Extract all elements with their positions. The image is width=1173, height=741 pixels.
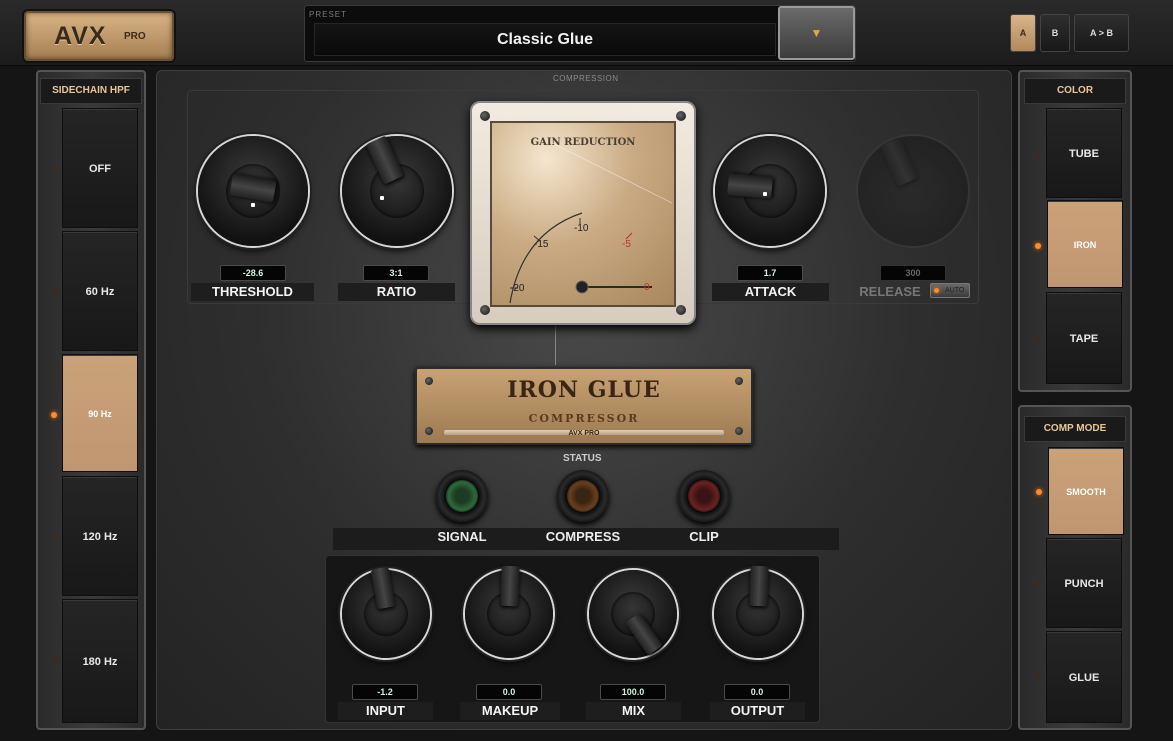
- color-led-tube: [1035, 151, 1041, 157]
- sidechain-led-90hz: [51, 412, 57, 418]
- sidechain-item-90hz[interactable]: 90 Hz: [62, 354, 138, 472]
- comp-mode-item-glue[interactable]: GLUE: [1046, 631, 1122, 723]
- ab-button-b[interactable]: B: [1040, 14, 1070, 52]
- meter-scale-arc: [509, 142, 673, 304]
- input-knob[interactable]: [342, 566, 430, 658]
- ratio-label: RATIO: [338, 283, 455, 301]
- logo: AVX PRO: [24, 11, 174, 61]
- ab-button-a[interactable]: A: [1010, 14, 1036, 52]
- mix-knob[interactable]: [589, 570, 677, 658]
- sidechain-item-60hz[interactable]: 60 Hz: [62, 231, 138, 351]
- nameplate: IRON GLUE COMPRESSOR AVX PRO: [415, 367, 753, 445]
- release-value[interactable]: 300: [880, 265, 946, 281]
- comp-mode-item-smooth[interactable]: SMOOTH: [1048, 447, 1124, 535]
- clip-label: CLIP: [689, 529, 719, 544]
- meter-scale-label: -15: [534, 239, 549, 250]
- sidechain-led-180hz: [51, 657, 57, 663]
- logo-main-text: AVX: [54, 22, 107, 50]
- preset-label: PRESET: [309, 10, 348, 19]
- compress-label: COMPRESS: [545, 529, 621, 544]
- sidechain-title: SIDECHAIN HPF: [40, 78, 142, 104]
- attack-knob[interactable]: [715, 136, 825, 246]
- preset-name-display[interactable]: Classic Glue: [314, 23, 776, 56]
- color-item-tube[interactable]: TUBE: [1046, 108, 1122, 198]
- color-item-iron[interactable]: IRON: [1047, 200, 1123, 288]
- mix-label: MIX: [586, 702, 681, 720]
- ratio-knob[interactable]: [342, 135, 452, 246]
- auto-led: [934, 288, 939, 293]
- sidechain-item-120hz[interactable]: 120 Hz: [62, 476, 138, 596]
- mix-value[interactable]: 100.0: [600, 684, 666, 700]
- logo-sub-text: PRO: [124, 31, 146, 42]
- color-item-tape[interactable]: TAPE: [1046, 292, 1122, 384]
- gain-reduction-meter: GAIN REDUCTION -20 -15 -10 -5 0: [470, 101, 696, 325]
- comp-mode-led-smooth: [1036, 489, 1042, 495]
- sidechain-led-60hz: [51, 289, 57, 295]
- screw-icon: [480, 305, 490, 315]
- threshold-label: THRESHOLD: [191, 283, 314, 301]
- compression-section-label: COMPRESSION: [553, 74, 619, 83]
- comp-mode-led-punch: [1035, 580, 1041, 586]
- screw-icon: [676, 111, 686, 121]
- sidechain-item-off[interactable]: OFF: [62, 108, 138, 228]
- threshold-knob[interactable]: [198, 136, 308, 246]
- release-auto-button[interactable]: AUTO: [930, 283, 970, 298]
- comp-mode-item-punch[interactable]: PUNCH: [1046, 538, 1122, 628]
- nameplate-brand: AVX PRO: [568, 430, 600, 437]
- sidechain-item-180hz[interactable]: 180 Hz: [62, 599, 138, 723]
- meter-scale-label: -10: [574, 223, 589, 234]
- meter-scale-label: -20: [510, 283, 525, 294]
- attack-value[interactable]: 1.7: [737, 265, 803, 281]
- comp-mode-title: COMP MODE: [1024, 416, 1126, 442]
- threshold-value[interactable]: -28.6: [220, 265, 286, 281]
- meter-scale-label: -5: [622, 239, 631, 250]
- release-knob[interactable]: [858, 136, 968, 246]
- nameplate-subtitle: COMPRESSOR: [528, 412, 640, 425]
- output-label: OUTPUT: [710, 702, 805, 720]
- sidechain-led-off: [51, 166, 57, 172]
- divider-line: [555, 325, 556, 365]
- signal-label: SIGNAL: [437, 529, 487, 544]
- output-knob[interactable]: [714, 565, 802, 658]
- input-value[interactable]: -1.2: [352, 684, 418, 700]
- sidechain-led-120hz: [51, 534, 57, 540]
- makeup-label: MAKEUP: [460, 702, 560, 720]
- status-label: STATUS: [563, 453, 602, 464]
- nameplate-title: IRON GLUE: [507, 377, 661, 403]
- color-led-tape: [1035, 336, 1041, 342]
- clip-led: [678, 470, 730, 522]
- comp-mode-led-glue: [1035, 673, 1041, 679]
- preset-dropdown-button[interactable]: ▼: [778, 6, 855, 60]
- output-value[interactable]: 0.0: [724, 684, 790, 700]
- attack-label: ATTACK: [712, 283, 829, 301]
- meter-scale-label: 0: [644, 282, 650, 293]
- meter-face: GAIN REDUCTION -20 -15 -10 -5 0: [490, 121, 676, 307]
- chevron-down-icon: ▼: [810, 26, 823, 40]
- ab-copy-button[interactable]: A > B: [1074, 14, 1129, 52]
- makeup-knob[interactable]: [465, 565, 553, 658]
- makeup-value[interactable]: 0.0: [476, 684, 542, 700]
- release-label: RELEASE: [859, 284, 921, 299]
- signal-led: [436, 470, 488, 522]
- color-title: COLOR: [1024, 78, 1126, 104]
- color-led-iron: [1035, 243, 1041, 249]
- auto-label: AUTO: [945, 287, 965, 294]
- ratio-value[interactable]: 3:1: [363, 265, 429, 281]
- screw-icon: [480, 111, 490, 121]
- input-label: INPUT: [338, 702, 433, 720]
- compress-led: [557, 470, 609, 522]
